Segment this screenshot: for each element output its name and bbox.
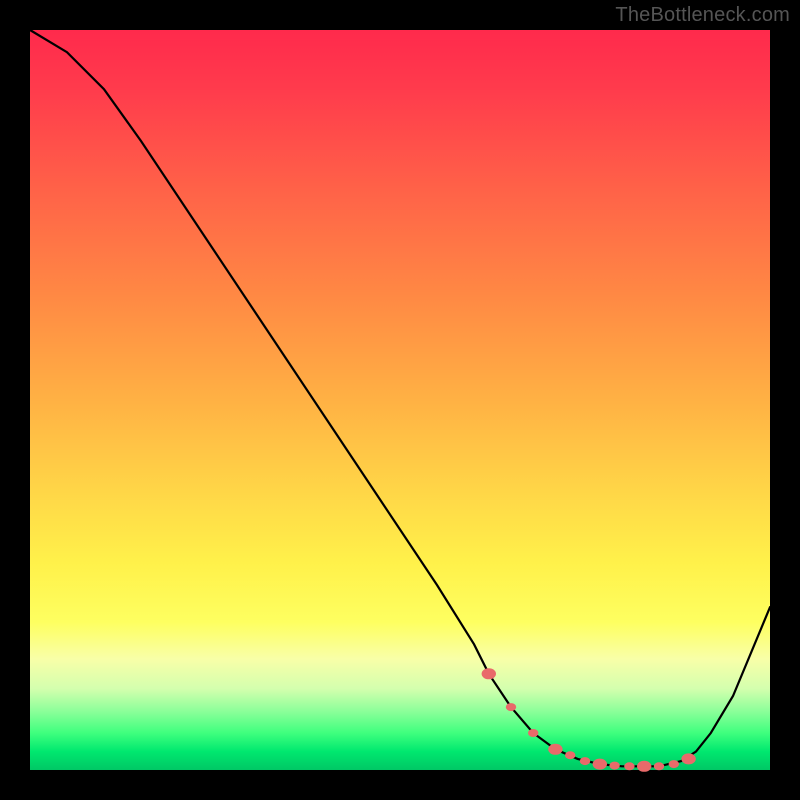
marker-point: [681, 753, 695, 764]
marker-point: [624, 762, 634, 770]
bottleneck-curve: [30, 30, 770, 766]
chart-frame: TheBottleneck.com: [0, 0, 800, 800]
marker-point: [482, 668, 496, 679]
marker-point: [565, 751, 575, 759]
marker-point: [528, 729, 538, 737]
marker-point: [548, 744, 562, 755]
marker-point: [654, 762, 664, 770]
marker-point: [580, 757, 590, 765]
marker-point: [609, 762, 619, 770]
marker-point: [637, 761, 651, 772]
marker-point: [669, 760, 679, 768]
marker-point: [506, 703, 516, 711]
curve-svg: [30, 30, 770, 770]
watermark-text: TheBottleneck.com: [615, 4, 790, 27]
marker-point: [593, 759, 607, 770]
marker-group: [482, 668, 696, 772]
plot-area: [30, 30, 770, 770]
